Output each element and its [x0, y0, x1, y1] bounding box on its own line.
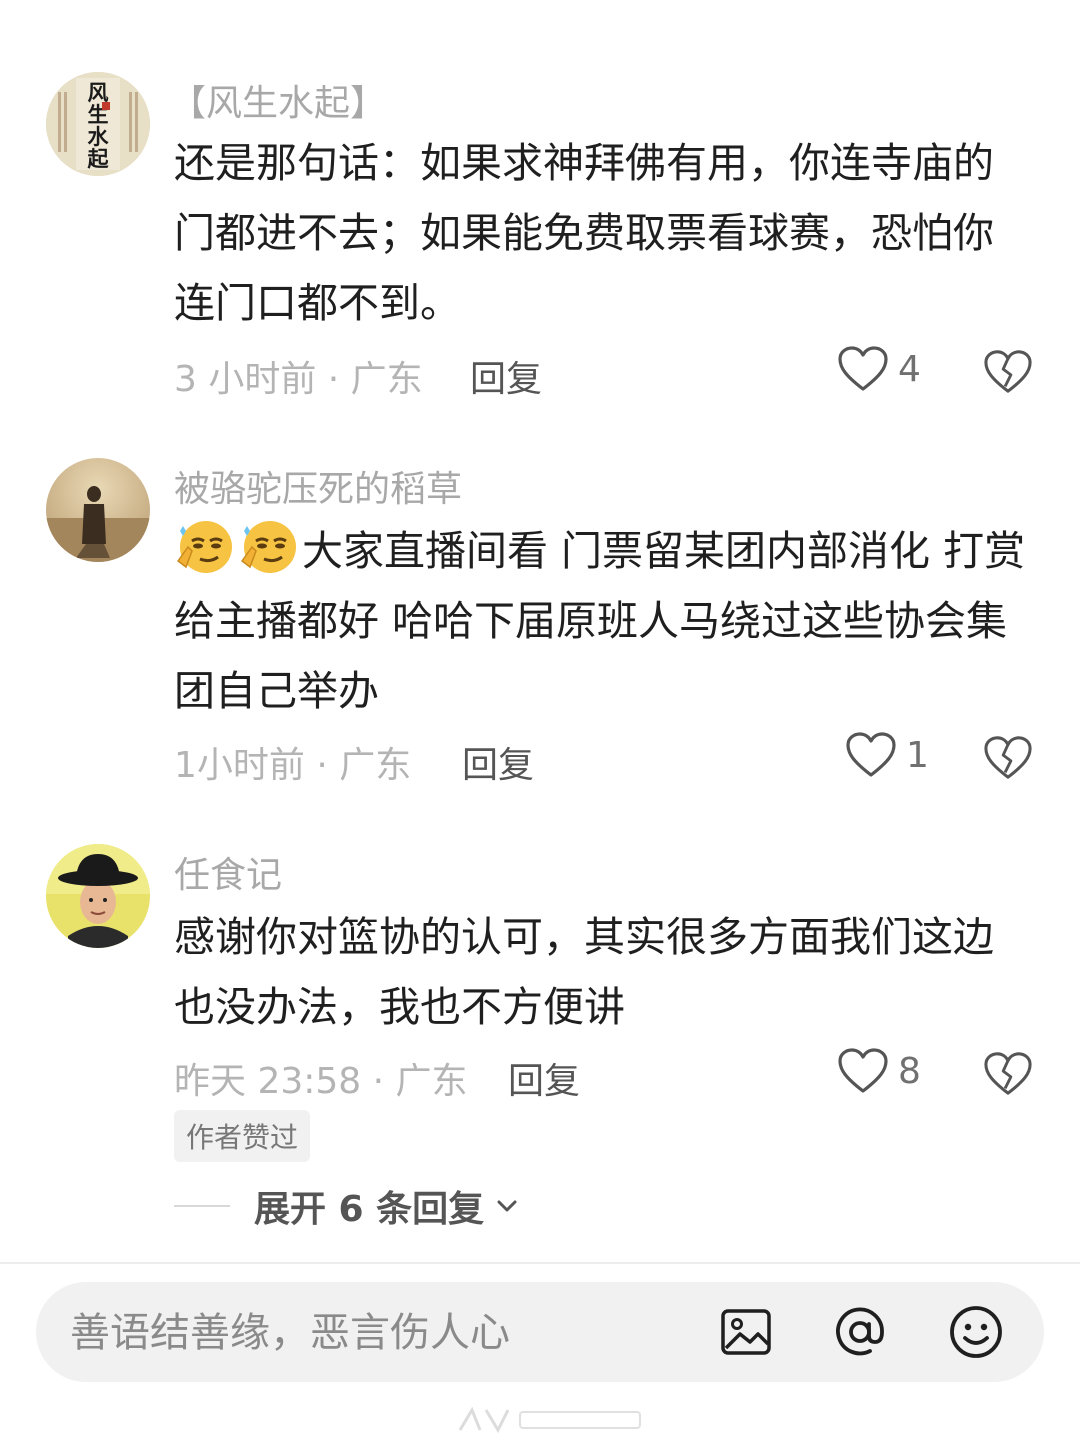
- image-icon[interactable]: [718, 1304, 774, 1360]
- comment-input[interactable]: [68, 1282, 692, 1384]
- comment-time-location: 昨天 23:58 · 广东: [174, 1061, 468, 1102]
- comment-time-location: 3 小时前 · 广东: [174, 359, 423, 400]
- comment-username[interactable]: 被骆驼压死的稻草: [174, 460, 462, 512]
- like-button[interactable]: 4: [838, 346, 921, 392]
- broken-heart-icon[interactable]: [984, 348, 1032, 396]
- heart-outline-icon: [846, 732, 896, 777]
- chevron-down-icon: [497, 1200, 517, 1212]
- avatar[interactable]: 风 生 水 起: [46, 72, 150, 176]
- comment-text: 感谢你对篮协的认可，其实很多方面我们这边也没办法，我也不方便讲: [174, 913, 994, 1031]
- smirk-emoji: [240, 521, 296, 573]
- reply-button[interactable]: 回复: [462, 736, 534, 788]
- like-count: 4: [898, 348, 921, 390]
- watermark-icon: [458, 1406, 641, 1434]
- comment-text: 大家直播间看 门票留某团内部消化 打赏给主播都好 哈哈下届原班人马绕过这些协会集…: [174, 516, 1034, 726]
- broken-heart-icon[interactable]: [984, 734, 1032, 782]
- comment-username[interactable]: 【风生水起】: [170, 74, 386, 126]
- expand-replies-button[interactable]: 展开 6 条回复: [174, 1180, 522, 1232]
- avatar[interactable]: [46, 844, 150, 948]
- like-count: 1: [906, 734, 929, 776]
- comment-time-location: 1小时前 · 广东: [174, 745, 412, 786]
- author-liked-badge: 作者赞过: [174, 1110, 311, 1162]
- broken-heart-icon[interactable]: [984, 1050, 1032, 1098]
- avatar-person-image: [46, 844, 150, 948]
- avatar[interactable]: [46, 458, 150, 562]
- expand-replies-label: 展开 6 条回复: [254, 1189, 485, 1230]
- watermark-logo: [450, 1400, 650, 1440]
- avatar-calligraphy-image: 风 生 水 起: [46, 72, 150, 176]
- divider: [0, 1262, 1080, 1264]
- like-button[interactable]: 1: [846, 732, 929, 778]
- heart-outline-icon: [838, 1048, 888, 1093]
- smirk-emoji: [176, 521, 232, 573]
- reply-button[interactable]: 回复: [508, 1052, 580, 1104]
- svg-text:起: 起: [87, 146, 110, 171]
- reply-button[interactable]: 回复: [470, 350, 542, 402]
- like-button[interactable]: 8: [838, 1048, 921, 1094]
- at-icon[interactable]: [832, 1304, 888, 1360]
- smiley-icon[interactable]: [948, 1304, 1004, 1360]
- comment-username[interactable]: 任食记: [174, 846, 282, 898]
- comment-input-bar: [36, 1282, 1044, 1384]
- like-count: 8: [898, 1050, 921, 1092]
- comment-text-content: 大家直播间看 门票留某团内部消化 打赏给主播都好 哈哈下届原班人马绕过这些协会集…: [174, 527, 1026, 715]
- comment-text: 还是那句话：如果求神拜佛有用，你连寺庙的门都进不去；如果能免费取票看球赛，恐怕你…: [174, 139, 994, 327]
- avatar-silhouette-image: [46, 458, 150, 562]
- divider-line: [174, 1205, 230, 1207]
- heart-outline-icon: [838, 346, 888, 391]
